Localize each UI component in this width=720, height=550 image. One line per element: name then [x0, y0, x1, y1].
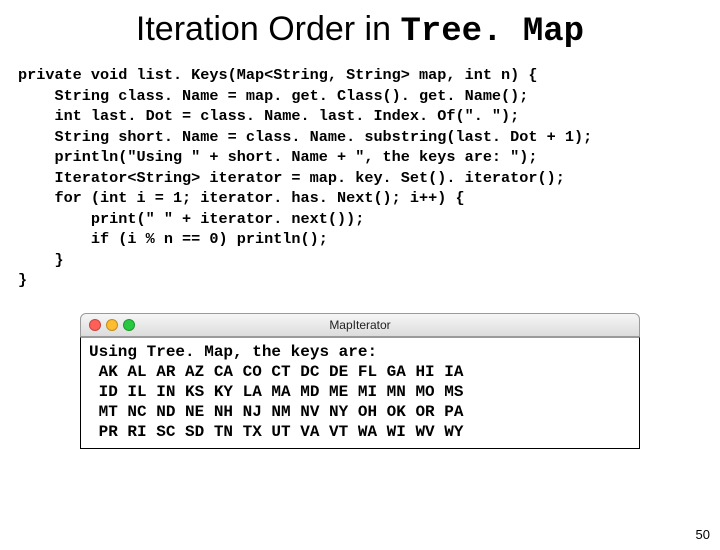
code-line: String class. Name = map. get. Class(). …: [18, 87, 528, 105]
window-titlebar: MapIterator: [80, 313, 640, 337]
window-title: MapIterator: [81, 318, 639, 332]
console-line: ID IL IN KS KY LA MA MD ME MI MN MO MS: [89, 383, 463, 401]
code-line: String short. Name = class. Name. substr…: [18, 128, 592, 146]
code-line: int last. Dot = class. Name. last. Index…: [18, 107, 519, 125]
console-window: MapIterator Using Tree. Map, the keys ar…: [80, 313, 640, 449]
code-line: for (int i = 1; iterator. has. Next(); i…: [18, 189, 465, 207]
code-line: }: [18, 251, 64, 269]
code-line: if (i % n == 0) println();: [18, 230, 328, 248]
title-mono: Tree. Map: [400, 13, 584, 51]
code-line: print(" " + iterator. next());: [18, 210, 364, 228]
title-text: Iteration Order in: [136, 10, 401, 48]
code-line: println("Using " + short. Name + ", the …: [18, 148, 538, 166]
console-line: PR RI SC SD TN TX UT VA VT WA WI WV WY: [89, 423, 463, 441]
code-line: Iterator<String> iterator = map. key. Se…: [18, 169, 565, 187]
console-line: AK AL AR AZ CA CO CT DC DE FL GA HI IA: [89, 363, 463, 381]
code-line: private void list. Keys(Map<String, Stri…: [18, 66, 538, 84]
console-output: Using Tree. Map, the keys are: AK AL AR …: [80, 337, 640, 449]
code-block: private void list. Keys(Map<String, Stri…: [18, 65, 720, 291]
console-line: MT NC ND NE NH NJ NM NV NY OH OK OR PA: [89, 403, 463, 421]
slide-title: Iteration Order in Tree. Map: [0, 10, 720, 51]
code-line: }: [18, 271, 27, 289]
console-line: Using Tree. Map, the keys are:: [89, 343, 377, 361]
